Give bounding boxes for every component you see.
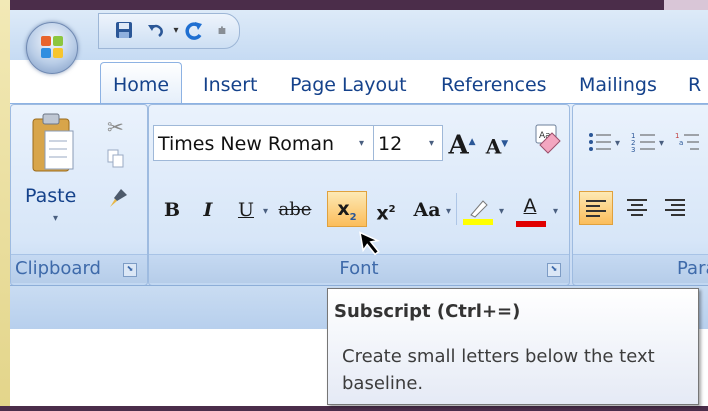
svg-text:a: a	[679, 139, 683, 147]
underline-button[interactable]: U	[233, 193, 259, 227]
tab-references[interactable]: References	[435, 68, 553, 102]
quick-access-toolbar: ▾ ⩧	[98, 13, 240, 49]
highlight-icon[interactable]	[461, 193, 495, 229]
multilevel-list-icon[interactable]: 1a	[675, 129, 701, 155]
tab-home[interactable]: Home	[100, 62, 182, 105]
toolbar-separator	[456, 193, 457, 225]
subscript-button[interactable]: x2	[327, 191, 367, 227]
numbering-icon[interactable]: 123	[631, 129, 657, 155]
paste-button[interactable]: Paste	[25, 185, 76, 207]
subscript-tooltip: Subscript (Ctrl+=) Create small letters …	[327, 288, 699, 405]
bullets-dropdown-icon[interactable]: ▾	[615, 138, 620, 149]
superscript-small-text: 2	[388, 204, 396, 215]
font-color-swatch	[516, 221, 546, 227]
font-color-button[interactable]: A	[513, 189, 547, 223]
office-button[interactable]	[26, 22, 78, 74]
mouse-pointer-icon	[358, 229, 386, 257]
align-right-icon[interactable]	[659, 191, 691, 223]
font-color-dropdown-icon[interactable]: ▾	[553, 206, 558, 217]
customize-qat-icon[interactable]: ⩧	[211, 20, 233, 42]
format-painter-icon[interactable]	[107, 187, 129, 209]
change-case-dropdown-icon[interactable]: ▾	[446, 206, 451, 217]
undo-icon[interactable]	[145, 20, 167, 42]
tab-review[interactable]: R	[682, 68, 707, 102]
subscript-small-text: 2	[349, 211, 357, 223]
tooltip-description: Create small letters below the text base…	[342, 346, 655, 394]
paste-icon[interactable]	[31, 111, 75, 175]
save-icon[interactable]	[113, 20, 135, 42]
clipboard-group: Paste ▾ ✂ Clipboard ⬊	[10, 104, 148, 286]
strikethrough-button[interactable]: abe	[273, 193, 317, 227]
redo-icon[interactable]	[183, 20, 205, 42]
copy-icon[interactable]	[107, 149, 125, 169]
shrink-arrow-icon: ▼	[501, 139, 509, 149]
grow-arrow-icon: ▲	[468, 137, 476, 147]
paste-dropdown-icon[interactable]: ▾	[53, 213, 58, 224]
align-center-icon[interactable]	[621, 191, 653, 223]
paragraph-group: ▾ 123 ▾ 1a Para	[572, 104, 708, 286]
paragraph-group-label: Para	[573, 254, 708, 283]
grow-font-button[interactable]: A▲	[447, 125, 477, 161]
clipboard-launcher-icon[interactable]: ⬊	[123, 263, 137, 277]
clear-formatting-icon[interactable]: Aa	[530, 121, 564, 155]
change-case-button[interactable]: Aa	[407, 193, 447, 227]
numbering-dropdown-icon[interactable]: ▾	[659, 138, 664, 149]
font-group: Times New Roman ▾ 12 ▾ A▲ A▼ Aa B I U ▾ …	[148, 104, 570, 286]
svg-text:3: 3	[631, 146, 635, 154]
bold-button[interactable]: B	[159, 193, 185, 227]
font-group-label: Font	[149, 254, 569, 283]
font-name-field[interactable]: Times New Roman	[153, 125, 375, 161]
align-left-button[interactable]	[579, 191, 613, 225]
font-size-dropdown-icon[interactable]: ▾	[429, 138, 434, 149]
font-launcher-icon[interactable]: ⬊	[547, 263, 561, 277]
window-frame-top	[0, 0, 708, 10]
office-logo-icon	[41, 36, 63, 58]
window-frame-left	[0, 0, 10, 411]
tab-page-layout[interactable]: Page Layout	[284, 68, 413, 102]
tooltip-title: Subscript (Ctrl+=)	[334, 301, 521, 322]
bullets-icon[interactable]	[587, 129, 613, 155]
superscript-button[interactable]: x2	[369, 193, 403, 227]
window-frame-bottom	[0, 406, 708, 411]
highlight-dropdown-icon[interactable]: ▾	[499, 206, 504, 217]
shrink-font-button[interactable]: A▼	[483, 127, 511, 161]
font-name-dropdown-icon[interactable]: ▾	[359, 138, 364, 149]
italic-button[interactable]: I	[195, 193, 221, 227]
tab-mailings[interactable]: Mailings	[573, 68, 663, 102]
scissors-icon[interactable]: ✂	[107, 115, 124, 139]
tab-insert[interactable]: Insert	[197, 68, 264, 102]
underline-dropdown-icon[interactable]: ▾	[263, 206, 268, 217]
